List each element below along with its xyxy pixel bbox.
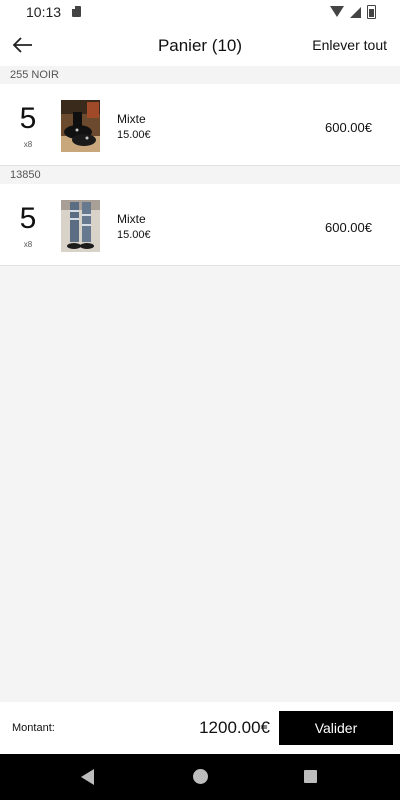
app-bar: Panier (10) Enlever tout <box>0 24 400 66</box>
jeans-photo <box>61 200 100 252</box>
cart-item[interactable]: 5 x8 Mixte 15.00€ 600.00€ <box>0 84 400 166</box>
product-image <box>61 100 100 152</box>
group-header: 13850 <box>0 166 400 184</box>
amount-value: 1200.00€ <box>199 718 270 737</box>
arrow-left-icon <box>12 37 32 53</box>
wifi-icon <box>330 6 344 18</box>
nav-back-icon[interactable] <box>81 769 94 785</box>
signal-icon <box>350 6 361 18</box>
validate-button[interactable]: Valider <box>279 711 393 745</box>
line-total: 600.00€ <box>325 220 372 235</box>
status-bar: 10:13 <box>0 0 400 24</box>
battery-icon <box>367 5 376 19</box>
nav-home-icon[interactable] <box>193 769 208 784</box>
product-name: Mixte <box>117 212 146 226</box>
item-quantity: 5 <box>19 202 37 235</box>
unit-price: 15.00€ <box>117 129 151 141</box>
item-pack-size: x8 <box>23 140 33 149</box>
shoe-photo <box>61 100 100 152</box>
unit-price: 15.00€ <box>117 229 151 241</box>
item-pack-size: x8 <box>23 240 33 249</box>
line-total: 600.00€ <box>325 120 372 135</box>
status-icons <box>330 5 376 19</box>
checkout-bar: Montant: 1200.00€ Valider <box>0 702 400 754</box>
cart-screen: 10:13 Panier (10) Enlever tout 255 NOIR … <box>0 0 400 800</box>
remove-all-button[interactable]: Enlever tout <box>312 37 387 53</box>
system-nav-bar <box>0 754 400 800</box>
item-quantity: 5 <box>19 102 37 135</box>
cart-item[interactable]: 5 x8 Mixte 15.00€ 600.00€ <box>0 184 400 266</box>
product-image <box>61 200 100 252</box>
product-name: Mixte <box>117 112 146 126</box>
cart-list: 255 NOIR 5 x8 Mixte 15.00€ 600.00€ 13850… <box>0 66 400 266</box>
nav-recents-icon[interactable] <box>304 770 317 783</box>
group-header: 255 NOIR <box>0 66 400 84</box>
back-button[interactable] <box>10 33 36 57</box>
status-time: 10:13 <box>26 4 62 20</box>
amount-label: Montant: <box>12 722 55 734</box>
sd-card-icon <box>72 6 81 17</box>
